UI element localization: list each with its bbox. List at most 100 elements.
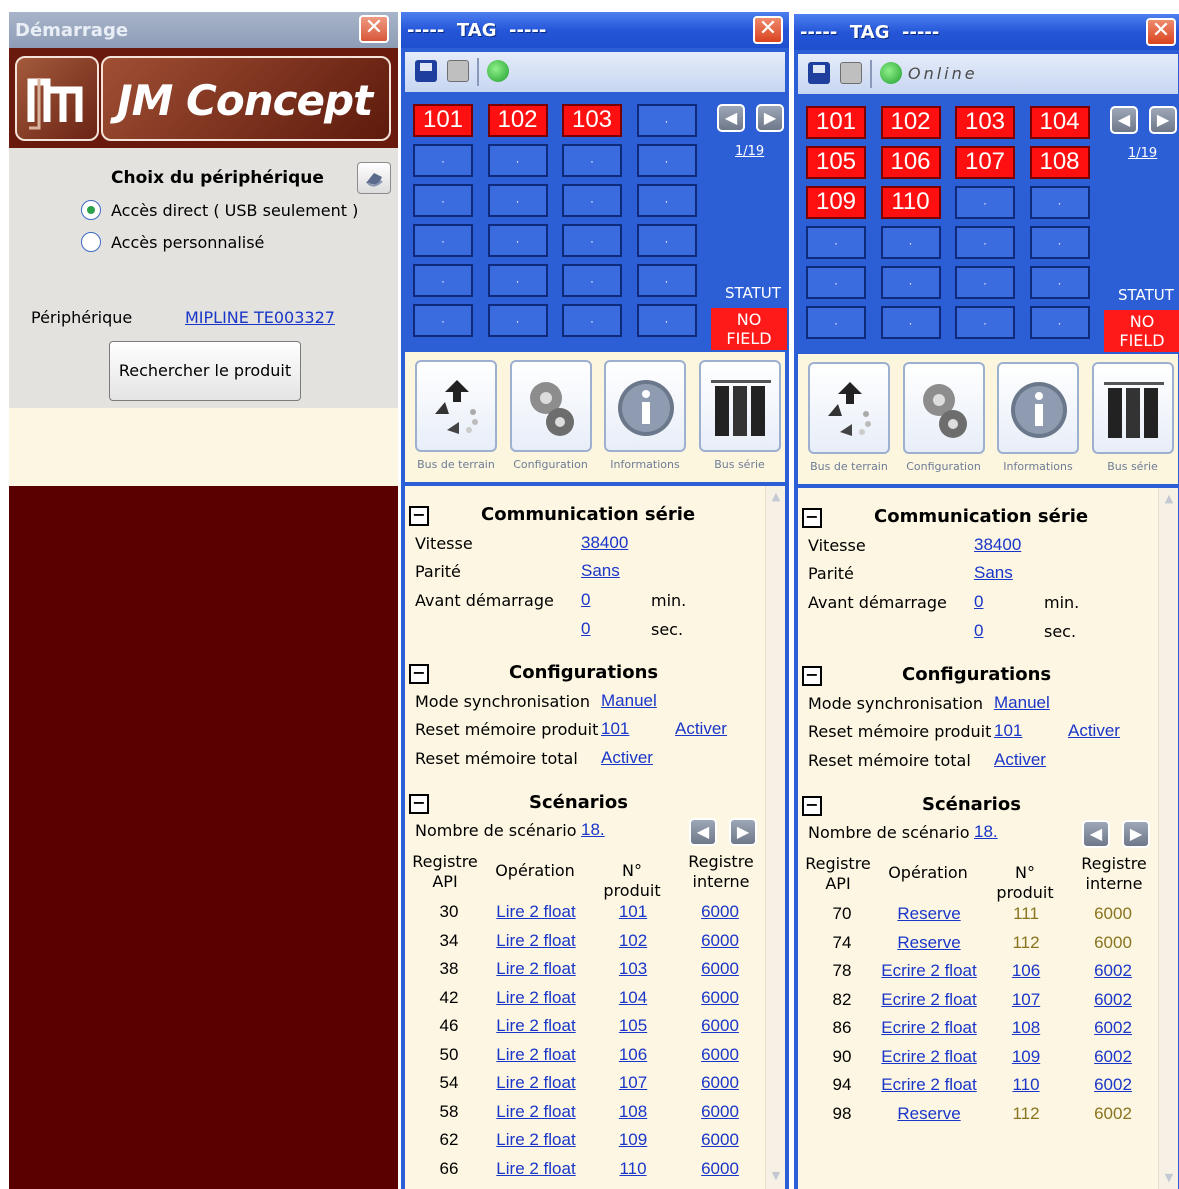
page-indicator[interactable]: 1/19 [1128, 146, 1157, 161]
tile-15[interactable]: · [562, 224, 622, 257]
mode-sync-value[interactable]: Manuel [994, 693, 1050, 713]
row-7-register[interactable]: 6002 [1080, 1075, 1146, 1095]
refresh-icon[interactable] [487, 60, 509, 82]
tile-1[interactable]: 101 [413, 104, 473, 137]
row-5-product[interactable]: 105 [601, 1016, 665, 1036]
row-10-product[interactable]: 110 [601, 1159, 665, 1179]
close-icon[interactable]: ✕ [1146, 18, 1176, 46]
tile-3[interactable]: 103 [562, 104, 622, 137]
row-9-product[interactable]: 109 [601, 1130, 665, 1150]
reset-product-activate[interactable]: Activer [1068, 721, 1120, 741]
tile-9[interactable]: 109 [806, 186, 866, 219]
row-1-operation[interactable]: Lire 2 float [481, 902, 591, 922]
tile-24[interactable]: · [636, 304, 697, 337]
row-8-operation[interactable]: Reserve [874, 1104, 984, 1124]
row-2-operation[interactable]: Reserve [874, 933, 984, 953]
row-4-register[interactable]: 6002 [1080, 990, 1146, 1010]
row-2-operation[interactable]: Lire 2 float [481, 931, 591, 951]
scenario-count-value[interactable]: 18. [581, 820, 605, 840]
radio-custom-access[interactable]: Accès personnalisé [81, 232, 264, 252]
tile-16[interactable]: · [636, 224, 697, 257]
tile-23[interactable]: · [955, 306, 1015, 339]
refresh-icon[interactable] [880, 62, 902, 84]
information-icon[interactable] [604, 360, 686, 452]
tile-17[interactable]: · [413, 264, 473, 297]
tile-18[interactable]: · [880, 266, 941, 299]
row-4-register[interactable]: 6000 [687, 988, 753, 1008]
serial-bus-icon[interactable] [1091, 362, 1174, 454]
row-9-operation[interactable]: Lire 2 float [481, 1130, 591, 1150]
tile-2[interactable]: 102 [487, 104, 548, 137]
start-titlebar[interactable]: Démarrage ✕ [9, 12, 398, 48]
tile-19[interactable]: · [955, 266, 1015, 299]
tile-12[interactable]: · [1029, 186, 1090, 219]
row-6-product[interactable]: 109 [994, 1047, 1058, 1067]
tile-4[interactable]: · [636, 104, 697, 137]
tile-8[interactable]: 108 [1029, 146, 1090, 179]
row-6-register[interactable]: 6002 [1080, 1047, 1146, 1067]
tile-1[interactable]: 101 [806, 106, 866, 139]
radio-custom-button[interactable] [81, 232, 101, 252]
seconds-value[interactable]: 0 [581, 619, 590, 639]
scenario-count-value[interactable]: 18. [974, 822, 998, 842]
search-product-button[interactable]: Rechercher le produit [109, 341, 301, 401]
vertical-scrollbar[interactable]: ▲ ▼ [765, 486, 785, 1189]
row-5-register[interactable]: 6000 [687, 1016, 753, 1036]
row-7-register[interactable]: 6000 [687, 1073, 753, 1093]
configuration-gears-icon[interactable] [509, 360, 592, 452]
next-arrow-icon[interactable]: ▶ [756, 104, 784, 132]
row-1-register[interactable]: 6000 [687, 902, 753, 922]
row-3-product[interactable]: 103 [601, 959, 665, 979]
reset-product-activate[interactable]: Activer [675, 719, 727, 739]
row-2-register[interactable]: 6000 [687, 931, 753, 951]
tile-19[interactable]: · [562, 264, 622, 297]
row-8-operation[interactable]: Lire 2 float [481, 1102, 591, 1122]
prev-arrow-icon[interactable]: ◀ [689, 818, 717, 846]
tile-10[interactable]: 110 [880, 186, 941, 219]
collapse-icon[interactable]: − [802, 796, 822, 816]
save-icon[interactable] [415, 60, 437, 82]
back-icon[interactable] [357, 162, 391, 194]
row-3-operation[interactable]: Lire 2 float [481, 959, 591, 979]
row-7-product[interactable]: 107 [601, 1073, 665, 1093]
scroll-up-icon[interactable]: ▲ [1161, 492, 1177, 508]
tile-14[interactable]: · [487, 224, 548, 257]
row-5-register[interactable]: 6002 [1080, 1018, 1146, 1038]
parite-value[interactable]: Sans [974, 563, 1013, 583]
tile-12[interactable]: · [636, 184, 697, 217]
row-2-product[interactable]: 102 [601, 931, 665, 951]
tile-3[interactable]: 103 [955, 106, 1015, 139]
row-4-operation[interactable]: Ecrire 2 float [874, 990, 984, 1010]
row-5-operation[interactable]: Ecrire 2 float [874, 1018, 984, 1038]
fieldbus-icon[interactable] [808, 362, 890, 454]
row-7-operation[interactable]: Lire 2 float [481, 1073, 591, 1093]
row-6-operation[interactable]: Ecrire 2 float [874, 1047, 984, 1067]
row-6-register[interactable]: 6000 [687, 1045, 753, 1065]
reset-product-value[interactable]: 101 [994, 721, 1022, 741]
vitesse-value[interactable]: 38400 [581, 533, 628, 553]
collapse-icon[interactable]: − [409, 506, 429, 526]
row-3-product[interactable]: 106 [994, 961, 1058, 981]
collapse-icon[interactable]: − [802, 508, 822, 528]
row-4-operation[interactable]: Lire 2 float [481, 988, 591, 1008]
scroll-down-icon[interactable]: ▼ [1161, 1171, 1177, 1187]
row-9-register[interactable]: 6000 [687, 1130, 753, 1150]
print-icon[interactable] [840, 62, 862, 84]
row-7-product[interactable]: 110 [994, 1075, 1058, 1095]
tile-15[interactable]: · [955, 226, 1015, 259]
reset-total-activate[interactable]: Activer [994, 750, 1046, 770]
save-icon[interactable] [808, 62, 830, 84]
tile-21[interactable]: · [413, 304, 473, 337]
tile-9[interactable]: · [413, 184, 473, 217]
next-arrow-icon[interactable]: ▶ [1149, 106, 1177, 134]
tile-4[interactable]: 104 [1029, 106, 1090, 139]
tile-2[interactable]: 102 [880, 106, 941, 139]
close-icon[interactable]: ✕ [753, 16, 783, 44]
tile-6[interactable]: 106 [880, 146, 941, 179]
close-icon[interactable]: ✕ [359, 15, 389, 43]
tile-24[interactable]: · [1029, 306, 1090, 339]
collapse-icon[interactable]: − [409, 794, 429, 814]
reset-total-activate[interactable]: Activer [601, 748, 653, 768]
tile-11[interactable]: · [955, 186, 1015, 219]
tile-5[interactable]: 105 [806, 146, 866, 179]
